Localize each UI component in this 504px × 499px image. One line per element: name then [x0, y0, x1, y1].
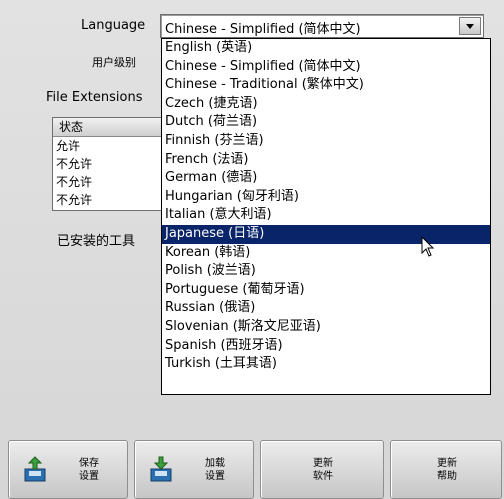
language-dropdown-list[interactable]: English (英语) Chinese - Simplified (简体中文) C… — [161, 38, 491, 395]
update-help-label: 更新 帮助 — [437, 458, 457, 482]
language-option[interactable]: Polish (波兰语) — [162, 262, 490, 281]
bottom-toolbar: 保存 设置 加载 设置 更新 软件 更新 帮助 — [0, 440, 504, 499]
list-item[interactable]: 不允许 — [53, 173, 169, 191]
language-option[interactable]: Dutch (荷兰语) — [162, 113, 490, 132]
language-option[interactable]: Slovenian (斯洛文尼亚语) — [162, 318, 490, 337]
language-option[interactable]: Portuguese (葡萄牙语) — [162, 281, 490, 300]
language-option[interactable]: Czech (捷克语) — [162, 95, 490, 114]
list-item[interactable]: 不允许 — [53, 191, 169, 209]
language-option[interactable]: Russian (俄语) — [162, 299, 490, 318]
save-settings-button[interactable]: 保存 设置 — [8, 440, 128, 499]
chevron-down-icon — [466, 24, 474, 29]
language-option[interactable]: Finnish (芬兰语) — [162, 132, 490, 151]
language-option[interactable]: Spanish (西班牙语) — [162, 337, 490, 356]
mouse-cursor-icon — [421, 236, 435, 257]
language-option[interactable]: Hungarian (匈牙利语) — [162, 188, 490, 207]
update-software-button[interactable]: 更新 软件 — [260, 440, 384, 499]
save-settings-icon — [24, 456, 46, 482]
language-label: Language — [81, 18, 146, 33]
installed-tools-label: 已安装的工具 — [57, 234, 136, 249]
list-item[interactable]: 允许 — [53, 137, 169, 155]
settings-panel: Language 用户级别 File Extensions 已安装的工具 状态 … — [0, 0, 504, 499]
language-option[interactable]: Italian (意大利语) — [162, 206, 490, 225]
language-option[interactable]: German (德语) — [162, 169, 490, 188]
language-option[interactable]: Chinese - Traditional (繁体中文) — [162, 76, 490, 95]
language-option[interactable]: English (英语) — [162, 39, 490, 58]
update-software-label: 更新 软件 — [313, 458, 333, 482]
status-list[interactable]: 状态 允许 不允许 不允许 不允许 — [52, 117, 170, 211]
language-option[interactable]: Korean (韩语) — [162, 244, 490, 263]
language-option[interactable]: French (法语) — [162, 151, 490, 170]
language-option[interactable]: Japanese (日语) — [162, 224, 490, 244]
language-option[interactable]: Chinese - Simplified (简体中文) — [162, 58, 490, 77]
language-dropdown-button[interactable] — [459, 17, 481, 35]
status-column-header[interactable]: 状态 — [53, 118, 169, 137]
user-level-label: 用户级别 — [92, 56, 136, 69]
language-select-value: Chinese - Simplified (简体中文) — [165, 22, 361, 37]
language-option[interactable]: Turkish (土耳其语) — [162, 355, 490, 374]
save-settings-label: 保存 设置 — [79, 458, 99, 482]
list-item[interactable]: 不允许 — [53, 155, 169, 173]
load-settings-icon — [150, 456, 172, 482]
language-select[interactable]: Chinese - Simplified (简体中文) — [160, 14, 484, 38]
load-settings-button[interactable]: 加载 设置 — [134, 440, 254, 499]
file-extensions-label: File Extensions — [46, 90, 143, 105]
load-settings-label: 加载 设置 — [205, 458, 225, 482]
update-help-button[interactable]: 更新 帮助 — [390, 440, 502, 499]
